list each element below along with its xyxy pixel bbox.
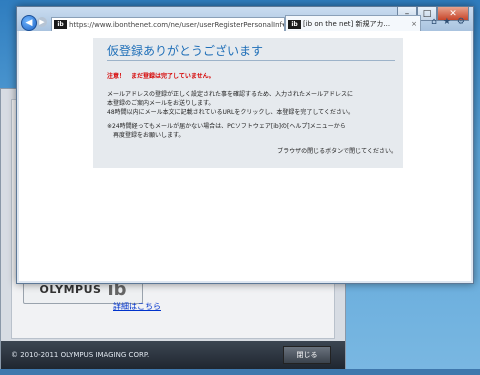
instruction-line: 本登録のご案内メールをお送りします。 bbox=[107, 100, 215, 107]
browser-titlebar: – □ ✕ ◀ ▶ ib https://www.ibonthenet.com/… bbox=[17, 7, 473, 32]
address-bar[interactable]: ib https://www.ibonthenet.com/ne/user/us… bbox=[51, 17, 285, 32]
browser-window: – □ ✕ ◀ ▶ ib https://www.ibonthenet.com/… bbox=[16, 6, 474, 284]
browser-tools: ⌂ ★ ⚙ bbox=[431, 17, 465, 27]
instruction-line: 48時間以内にメール本文に記載されているURLをクリックし、本登録を完了してくだ… bbox=[107, 109, 354, 116]
instructions-paragraph: メールアドレスの登録が正しく設定された事を確認するため、入力されたメールアドレス… bbox=[107, 90, 354, 117]
message-panel: 仮登録ありがとうございます 注意！ まだ登録は完了していません。 メールアドレス… bbox=[93, 38, 403, 168]
address-url: https://www.ibonthenet.com/ne/user/userR… bbox=[69, 20, 283, 29]
home-icon[interactable]: ⌂ bbox=[431, 17, 437, 27]
copyright-text: © 2010-2011 OLYMPUS IMAGING CORP. bbox=[11, 351, 150, 359]
details-link[interactable]: 詳細はこちら bbox=[113, 301, 161, 312]
brand-name: OLYMPUS bbox=[39, 282, 102, 296]
site-favicon: ib bbox=[54, 20, 67, 29]
title-divider bbox=[107, 60, 395, 61]
note-line: 再度登録をお願いします。 bbox=[107, 132, 185, 139]
desktop-bottom-band bbox=[0, 369, 480, 375]
dialog-footer: © 2010-2011 OLYMPUS IMAGING CORP. 閉じる bbox=[1, 341, 345, 369]
tab-title: [ib on the net] 新規アカ... bbox=[303, 20, 391, 28]
favorites-icon[interactable]: ★ bbox=[443, 17, 451, 27]
page-content: 仮登録ありがとうございます 注意！ まだ登録は完了していません。 メールアドレス… bbox=[19, 31, 471, 281]
tab-favicon: ib bbox=[288, 19, 301, 29]
closing-text: ブラウザの閉じるボタンで閉じてください。 bbox=[277, 148, 397, 155]
note-line: ※24時間経ってもメールが届かない場合は、PCソフトウェア[ib]の[ヘルプ]メ… bbox=[107, 123, 346, 130]
page-title: 仮登録ありがとうございます bbox=[107, 44, 264, 58]
settings-icon[interactable]: ⚙ bbox=[457, 17, 465, 27]
forward-icon[interactable]: ▶ bbox=[37, 17, 47, 27]
instruction-line: メールアドレスの登録が正しく設定された事を確認するため、入力されたメールアドレス… bbox=[107, 91, 354, 98]
warning-text: 注意！ まだ登録は完了していません。 bbox=[107, 73, 215, 80]
tab-ib-on-the-net[interactable]: ib [ib on the net] 新規アカ... × bbox=[285, 15, 421, 32]
tab-close-icon[interactable]: × bbox=[411, 20, 417, 28]
close-dialog-button[interactable]: 閉じる bbox=[283, 346, 331, 364]
back-icon[interactable]: ◀ bbox=[21, 15, 37, 31]
note-paragraph: ※24時間経ってもメールが届かない場合は、PCソフトウェア[ib]の[ヘルプ]メ… bbox=[107, 122, 346, 140]
